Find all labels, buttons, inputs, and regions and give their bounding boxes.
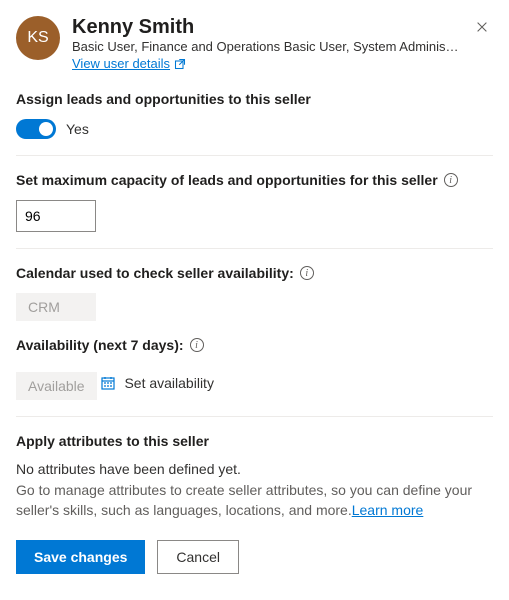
assign-toggle-row: Yes: [16, 119, 493, 139]
view-user-details-link[interactable]: View user details: [72, 56, 186, 71]
learn-more-link[interactable]: Learn more: [352, 502, 424, 518]
availability-label-row: Availability (next 7 days): i: [16, 337, 493, 353]
attributes-label: Apply attributes to this seller: [16, 433, 493, 449]
assign-label: Assign leads and opportunities to this s…: [16, 91, 493, 107]
user-display-name: Kenny Smith: [72, 16, 459, 39]
close-icon: [475, 21, 489, 38]
cancel-button[interactable]: Cancel: [157, 540, 239, 574]
set-availability-link[interactable]: Set availability: [100, 375, 214, 391]
header-text: Kenny Smith Basic User, Finance and Oper…: [72, 16, 459, 71]
assign-section: Assign leads and opportunities to this s…: [16, 91, 493, 139]
user-roles: Basic User, Finance and Operations Basic…: [72, 39, 459, 54]
set-availability-label: Set availability: [124, 375, 214, 391]
open-external-icon: [174, 58, 186, 70]
divider: [16, 248, 493, 249]
divider: [16, 155, 493, 156]
view-user-details-label: View user details: [72, 56, 170, 71]
capacity-section: Set maximum capacity of leads and opport…: [16, 172, 493, 232]
divider: [16, 416, 493, 417]
calendar-value: CRM: [16, 293, 96, 321]
calendar-label: Calendar used to check seller availabili…: [16, 265, 294, 281]
info-icon[interactable]: i: [300, 266, 314, 280]
availability-section: Availability (next 7 days): i Available …: [16, 337, 493, 400]
availability-label: Availability (next 7 days):: [16, 337, 184, 353]
info-icon[interactable]: i: [190, 338, 204, 352]
header-panel: KS Kenny Smith Basic User, Finance and O…: [16, 16, 493, 71]
capacity-label: Set maximum capacity of leads and opport…: [16, 172, 438, 188]
attributes-help: Go to manage attributes to create seller…: [16, 481, 493, 520]
info-icon[interactable]: i: [444, 173, 458, 187]
calendar-label-row: Calendar used to check seller availabili…: [16, 265, 493, 281]
assign-toggle[interactable]: [16, 119, 56, 139]
calendar-icon: [100, 375, 116, 391]
footer: Save changes Cancel: [16, 540, 493, 574]
capacity-label-row: Set maximum capacity of leads and opport…: [16, 172, 493, 188]
calendar-section: Calendar used to check seller availabili…: [16, 265, 493, 321]
capacity-input[interactable]: [16, 200, 96, 232]
avatar: KS: [16, 16, 60, 60]
attributes-empty-text: No attributes have been defined yet.: [16, 461, 493, 477]
close-button[interactable]: [471, 16, 493, 42]
attributes-section: Apply attributes to this seller No attri…: [16, 433, 493, 520]
assign-toggle-state: Yes: [66, 121, 89, 137]
availability-value: Available: [16, 372, 97, 400]
save-button[interactable]: Save changes: [16, 540, 145, 574]
